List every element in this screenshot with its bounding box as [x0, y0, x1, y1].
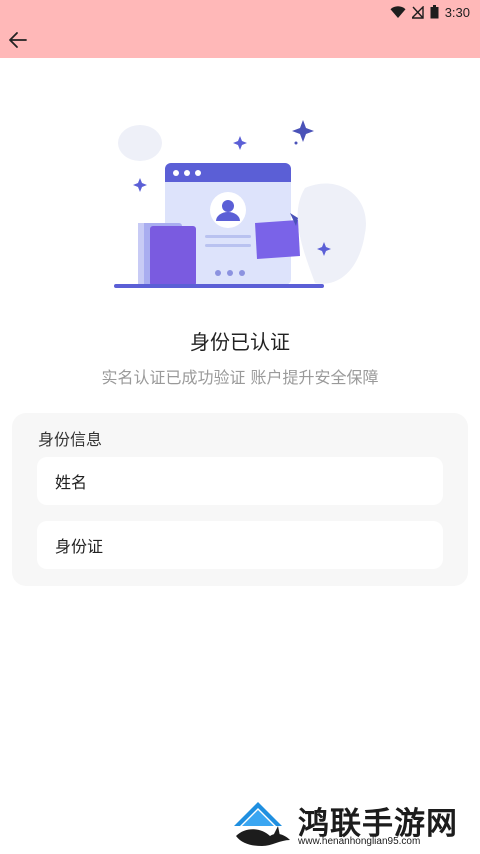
id-card-tag	[255, 220, 300, 259]
wifi-icon	[390, 5, 406, 18]
sparkle-dot-icon	[294, 141, 298, 145]
id-card-field[interactable]: 身份证	[37, 521, 443, 569]
status-time: 3:30	[444, 4, 470, 20]
book-front	[150, 226, 196, 286]
identity-info-heading: 身份信息	[38, 430, 103, 449]
sparkle-large-icon	[292, 120, 314, 142]
battery-icon	[430, 5, 439, 19]
back-arrow-icon[interactable]	[8, 30, 28, 50]
status-bar: 3:30	[390, 3, 470, 21]
name-field[interactable]: 姓名	[37, 457, 443, 505]
site-watermark: 鸿联手游网 www.henanhonglian95.com	[232, 796, 478, 850]
sparkle-small-icon-2	[133, 178, 147, 192]
identity-info-card: 身份信息 姓名 身份证	[12, 413, 468, 586]
verified-subtitle: 实名认证已成功验证 账户提升安全保障	[101, 368, 379, 387]
verified-title: 身份已认证	[190, 330, 290, 354]
app-header: 3:30	[0, 0, 480, 58]
no-signal-icon	[411, 5, 424, 19]
illustration-blob-right	[297, 183, 366, 284]
watermark-url: www.henanhonglian95.com	[298, 836, 421, 847]
ground-line	[114, 284, 324, 288]
verified-identity-illustration	[114, 120, 366, 288]
watermark-logo-icon	[234, 802, 290, 846]
illustration-blob-left	[118, 125, 162, 161]
sparkle-small-icon-1	[233, 136, 247, 150]
